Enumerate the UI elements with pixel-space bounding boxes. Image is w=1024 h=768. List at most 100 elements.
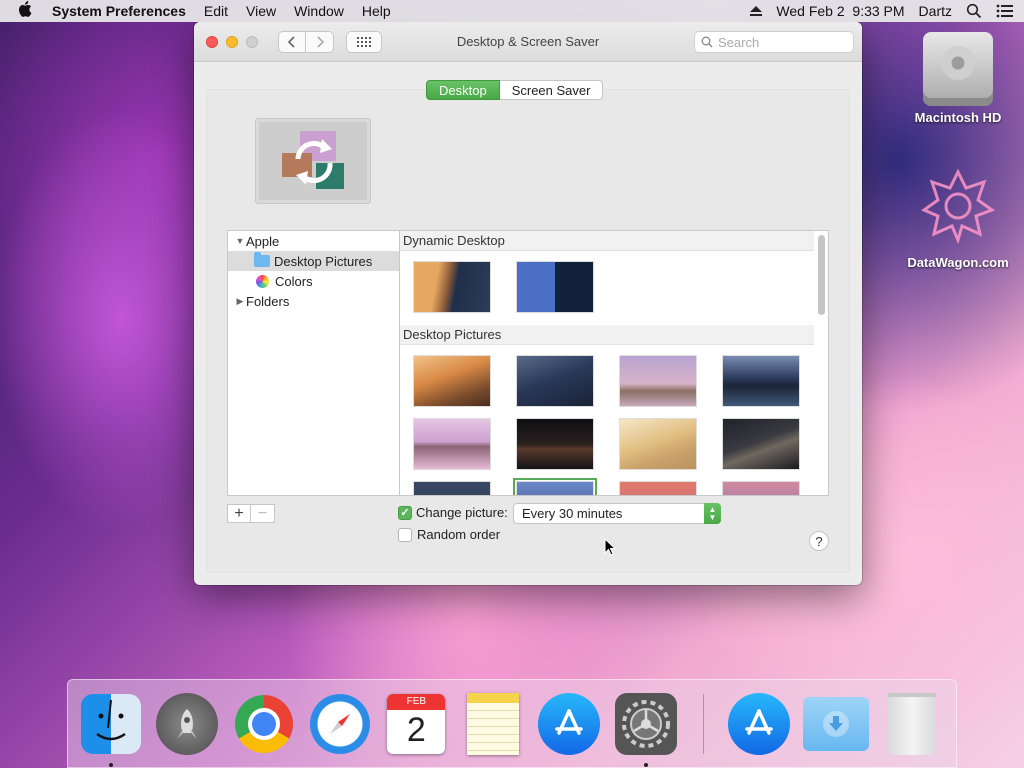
wallpaper-thumbnail-selected[interactable]: [513, 478, 597, 495]
tab-desktop[interactable]: Desktop: [426, 80, 500, 100]
source-list: ▼ Apple Desktop Pictures Colors ▶ Folder…: [227, 230, 399, 496]
dock-system-preferences[interactable]: [613, 691, 678, 767]
dock-separator: [703, 693, 705, 754]
help-menu[interactable]: Help: [362, 3, 391, 19]
running-indicator: [643, 762, 648, 767]
window-titlebar[interactable]: Desktop & Screen Saver: [194, 22, 862, 62]
launchpad-rocket-icon: [156, 692, 219, 755]
source-group-apple[interactable]: ▼ Apple: [228, 231, 399, 251]
source-group-folders[interactable]: ▶ Folders: [228, 291, 399, 311]
remove-folder-button[interactable]: −: [251, 504, 275, 523]
gallery-scrollbar[interactable]: [818, 235, 825, 315]
window-menu[interactable]: Window: [294, 3, 344, 19]
interval-value: Every 30 minutes: [522, 506, 623, 521]
dock-trash[interactable]: [880, 691, 945, 757]
picture-gallery: Dynamic Desktop Desktop Pictures: [399, 230, 829, 496]
wallpaper-thumbnail[interactable]: [516, 355, 594, 407]
user-menu[interactable]: Dartz: [919, 3, 952, 19]
source-item-desktop-pictures[interactable]: Desktop Pictures: [228, 251, 399, 271]
calendar-icon: FEB 2: [387, 693, 446, 754]
mouse-cursor-icon: [604, 538, 616, 556]
folder-add-remove-controls: + −: [227, 504, 275, 523]
dock-calendar[interactable]: FEB 2: [384, 691, 449, 757]
dock-app-store-download[interactable]: [726, 691, 791, 757]
random-order-checkbox[interactable]: [398, 527, 412, 542]
dock-app-store[interactable]: [536, 691, 601, 757]
wallpaper-thumbnail[interactable]: [619, 418, 697, 470]
desktop-screensaver-window: Desktop & Screen Saver Desktop Screen Sa…: [194, 22, 862, 585]
change-picture-option[interactable]: ✓ Change picture:: [398, 505, 508, 520]
wallpaper-thumbnail[interactable]: [619, 481, 697, 495]
dock-safari[interactable]: [307, 691, 372, 757]
chevron-right-icon: [316, 35, 324, 48]
datawagon-label: DataWagon.com: [907, 255, 1009, 270]
finder-icon: [80, 693, 141, 754]
tab-segmented-control: Desktop Screen Saver: [426, 80, 604, 100]
datawagon-desktop-icon[interactable]: DataWagon.com: [897, 168, 1019, 270]
show-all-button[interactable]: [346, 30, 382, 53]
spotlight-search-icon[interactable]: [966, 3, 982, 19]
eject-icon[interactable]: [750, 6, 763, 16]
disclosure-expanded-icon[interactable]: ▼: [234, 236, 246, 246]
disclosure-collapsed-icon[interactable]: ▶: [234, 296, 246, 307]
wallpaper-thumbnail[interactable]: [722, 355, 800, 407]
app-store-icon: [727, 692, 790, 755]
app-name-menu[interactable]: System Preferences: [52, 3, 186, 19]
macintosh-hd-icon[interactable]: Macintosh HD: [905, 32, 1011, 125]
desktop-preview: [255, 118, 371, 204]
dock-downloads[interactable]: [802, 691, 869, 757]
change-picture-checkbox[interactable]: ✓: [398, 505, 412, 520]
dock-google-chrome[interactable]: [231, 691, 296, 757]
source-item-colors[interactable]: Colors: [228, 271, 399, 291]
minimize-window-button[interactable]: [226, 35, 238, 48]
wallpaper-thumbnail[interactable]: [619, 355, 697, 407]
safari-compass-icon: [309, 693, 370, 754]
dock-finder[interactable]: [78, 691, 143, 767]
wallpaper-thumbnail[interactable]: [722, 481, 800, 495]
source-apple-label: Apple: [246, 233, 280, 249]
back-button[interactable]: [278, 30, 306, 53]
wallpaper-thumbnail[interactable]: [413, 261, 491, 313]
wallpaper-thumbnail[interactable]: [413, 481, 491, 495]
search-icon: [701, 36, 713, 48]
search-input[interactable]: [718, 34, 838, 50]
notification-center-icon[interactable]: [996, 3, 1014, 19]
source-colors-label: Colors: [275, 273, 313, 289]
app-store-icon: [538, 692, 601, 755]
view-menu[interactable]: View: [246, 3, 276, 19]
rotating-pictures-icon: [282, 131, 344, 189]
add-folder-button[interactable]: +: [227, 504, 251, 523]
random-order-option[interactable]: Random order: [398, 527, 500, 542]
interval-popup-button[interactable]: Every 30 minutes ▲ ▼: [513, 503, 721, 524]
dock-launchpad[interactable]: [154, 691, 219, 757]
edit-menu[interactable]: Edit: [204, 3, 228, 19]
source-desktop-pictures-label: Desktop Pictures: [274, 253, 373, 269]
menu-bar: System Preferences Edit View Window Help…: [0, 0, 1024, 22]
wallpaper-thumbnail[interactable]: [516, 418, 594, 470]
dock: FEB 2: [67, 679, 957, 768]
tab-screen-saver[interactable]: Screen Saver: [499, 80, 604, 100]
macintosh-hd-label: Macintosh HD: [914, 110, 1002, 125]
running-indicator: [109, 762, 113, 767]
dynamic-desktop-header: Dynamic Desktop: [400, 231, 814, 251]
zoom-window-button[interactable]: [246, 35, 258, 48]
wallpaper-thumbnail[interactable]: [413, 418, 491, 470]
wallpaper-thumbnail[interactable]: [722, 418, 800, 470]
apple-menu-icon[interactable]: [18, 1, 38, 21]
wallpaper-thumbnail[interactable]: [516, 261, 594, 313]
popup-arrows-icon: ▲ ▼: [704, 503, 721, 524]
desktop-pictures-header: Desktop Pictures: [400, 325, 814, 345]
datawagon-logo-icon: [920, 168, 996, 245]
source-folders-label: Folders: [246, 293, 290, 309]
random-order-label: Random order: [417, 527, 501, 542]
wallpaper-thumbnail[interactable]: [413, 355, 491, 407]
close-window-button[interactable]: [206, 35, 218, 48]
gear-icon: [614, 692, 677, 755]
forward-button[interactable]: [306, 30, 334, 53]
folder-icon: [254, 252, 270, 267]
clock[interactable]: Wed Feb 2 9:33 PM: [776, 3, 904, 19]
hard-drive-icon: [923, 32, 993, 106]
dock-notes[interactable]: [460, 691, 525, 757]
help-button[interactable]: ?: [809, 531, 829, 551]
search-field[interactable]: [694, 31, 854, 53]
